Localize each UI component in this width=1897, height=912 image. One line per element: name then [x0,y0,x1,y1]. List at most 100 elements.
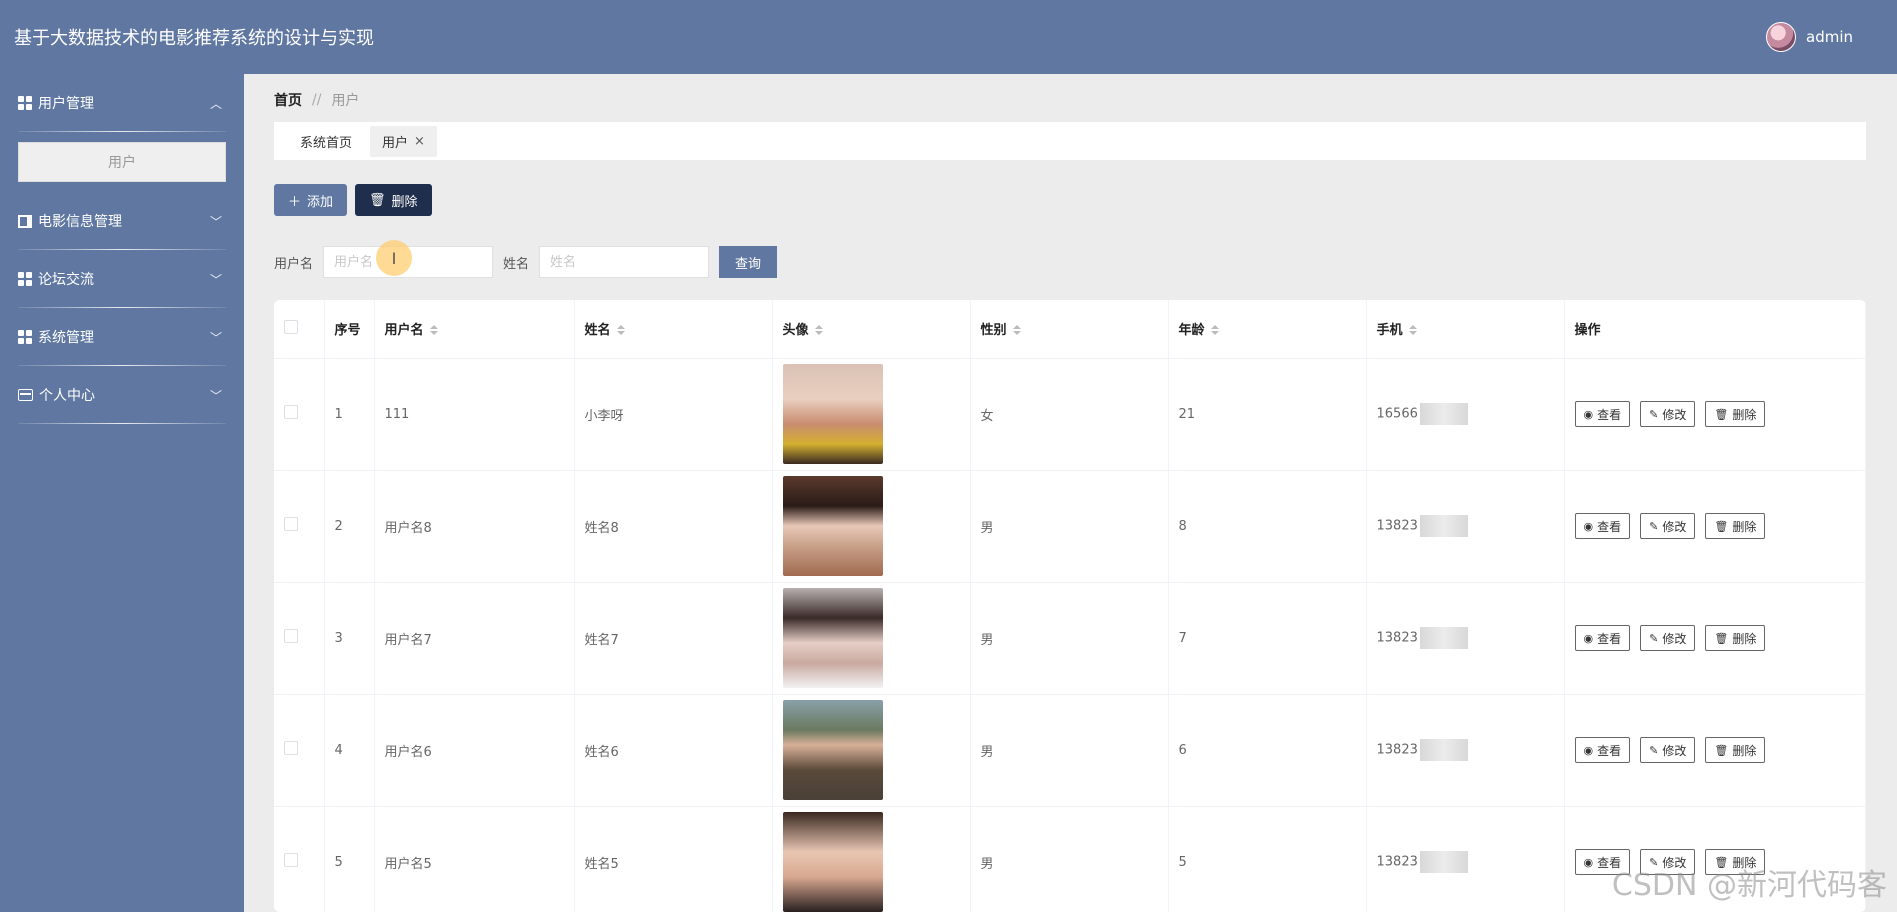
avatar-photo [782,588,883,688]
username-label: admin [1806,28,1853,46]
delete-row-button[interactable]: 🗑 删除 [1705,513,1766,539]
trash-icon: 🗑 [369,192,386,207]
avatar-photo [782,812,883,912]
top-header: 基于大数据技术的电影推荐系统的设计与实现 admin [0,0,1897,74]
table-header-row: 序号 用户名 姓名 头像 性别 年龄 手机 操作 [274,300,1866,359]
sort-icon[interactable] [814,324,823,337]
name-filter-label: 姓名 [503,256,530,272]
breadcrumb: 首页 // 用户 [274,90,359,110]
table-row: 4 用户名6 姓名6 男 6 13823 ◉ 查看 ✎ 修改 🗑 删除 [274,694,1866,807]
delete-row-button[interactable]: 🗑 删除 [1705,625,1766,651]
blurred-phone-mask [1419,739,1468,761]
add-button[interactable]: ＋ 添加 [274,184,348,216]
cell-no: 5 [324,806,375,912]
tab-user[interactable]: 用户 × [370,125,437,157]
sort-icon[interactable] [1408,324,1417,337]
cell-name: 姓名8 [574,470,773,583]
sidebar-item-label: 个人中心 [39,388,95,404]
eye-icon: ◉ [1583,744,1594,757]
app-title: 基于大数据技术的电影推荐系统的设计与实现 [14,28,374,49]
sort-icon[interactable] [429,324,438,337]
row-checkbox[interactable] [284,853,298,867]
edit-icon: ✎ [1649,520,1659,533]
chevron-down-icon: ﹀ [209,388,222,403]
cell-name: 姓名7 [574,582,773,695]
delete-row-button[interactable]: 🗑 删除 [1705,737,1766,763]
select-all-checkbox[interactable] [284,319,298,334]
cell-age: 7 [1168,582,1367,695]
view-button[interactable]: ◉ 查看 [1574,513,1631,539]
delete-button-label: 删除 [391,193,418,209]
blurred-phone-mask [1419,851,1468,873]
cell-gender: 男 [970,582,1169,695]
trash-icon: 🗑 [1714,520,1729,533]
edit-button[interactable]: ✎ 修改 [1640,737,1696,763]
breadcrumb-separator: // [312,92,322,108]
row-checkbox[interactable] [284,741,298,755]
cell-gender: 男 [970,694,1169,807]
avatar-photo [782,700,883,800]
cell-phone: 13823 [1366,470,1565,583]
cell-username: 用户名7 [374,582,575,695]
sidebar-item-movie-management[interactable]: 电影信息管理 ﹀ [0,192,244,250]
cell-age: 6 [1168,694,1367,807]
eye-icon: ◉ [1583,520,1594,533]
edit-button[interactable]: ✎ 修改 [1640,401,1696,427]
cell-phone: 16566 [1366,358,1565,471]
cell-gender: 男 [970,470,1169,583]
cell-name: 小李呀 [574,358,773,471]
action-bar: ＋ 添加 🗑 删除 [274,184,432,216]
col-header-gender[interactable]: 性别 [970,300,1169,359]
col-header-no: 序号 [324,300,375,359]
sidebar-subitem-user[interactable]: 用户 [18,142,226,182]
row-checkbox[interactable] [284,405,298,419]
eye-icon: ◉ [1583,856,1594,869]
view-button[interactable]: ◉ 查看 [1574,625,1631,651]
col-header-avatar[interactable]: 头像 [772,300,971,359]
delete-button[interactable]: 🗑 删除 [355,184,432,216]
breadcrumb-home[interactable]: 首页 [274,90,302,110]
cell-no: 3 [324,582,375,695]
watermark: CSDN @新河代码客 [1611,868,1887,903]
trash-icon: 🗑 [1714,408,1729,421]
sort-icon[interactable] [1012,324,1021,337]
chevron-down-icon: ﹀ [209,272,222,287]
col-header-phone[interactable]: 手机 [1366,300,1565,359]
trash-icon: 🗑 [1714,744,1729,757]
edit-button[interactable]: ✎ 修改 [1640,625,1696,651]
view-button[interactable]: ◉ 查看 [1574,737,1631,763]
name-search-input[interactable] [539,246,710,278]
query-button[interactable]: 查询 [719,246,778,278]
avatar[interactable] [1766,22,1796,52]
close-icon[interactable]: × [414,134,425,149]
row-checkbox[interactable] [284,629,298,643]
col-header-username[interactable]: 用户名 [374,300,575,359]
sidebar: 用户管理 ︿ 用户 电影信息管理 ﹀ 论坛交流 ﹀ 系统管理 ﹀ 个人中心 ﹀ [0,74,244,912]
sort-icon[interactable] [616,324,625,337]
text-cursor-icon: I [376,240,412,276]
col-header-name[interactable]: 姓名 [574,300,773,359]
cell-age: 21 [1168,358,1367,471]
cell-no: 4 [324,694,375,807]
row-checkbox[interactable] [284,517,298,531]
edit-button[interactable]: ✎ 修改 [1640,513,1696,539]
grid-icon [18,96,32,110]
user-menu[interactable]: admin [1766,22,1853,52]
sidebar-item-label: 论坛交流 [38,272,94,288]
sidebar-item-personal-center[interactable]: 个人中心 ﹀ [0,366,244,424]
sidebar-item-forum[interactable]: 论坛交流 ﹀ [0,250,244,308]
tab-home[interactable]: 系统首页 [288,126,364,157]
plus-icon: ＋ [288,193,302,209]
sidebar-item-user-management[interactable]: 用户管理 ︿ [0,74,244,132]
col-header-age[interactable]: 年龄 [1168,300,1367,359]
avatar-photo [782,364,883,464]
main-content: 首页 // 用户 系统首页 用户 × ＋ 添加 🗑 删除 用户名 姓名 查询 I [244,74,1897,912]
edit-icon: ✎ [1649,408,1659,421]
chevron-up-icon: ︿ [209,96,222,111]
sidebar-item-system-management[interactable]: 系统管理 ﹀ [0,308,244,366]
col-header-actions: 操作 [1564,300,1866,359]
view-button[interactable]: ◉ 查看 [1574,401,1631,427]
cell-name: 姓名5 [574,806,773,912]
sort-icon[interactable] [1210,324,1219,337]
delete-row-button[interactable]: 🗑 删除 [1705,401,1766,427]
